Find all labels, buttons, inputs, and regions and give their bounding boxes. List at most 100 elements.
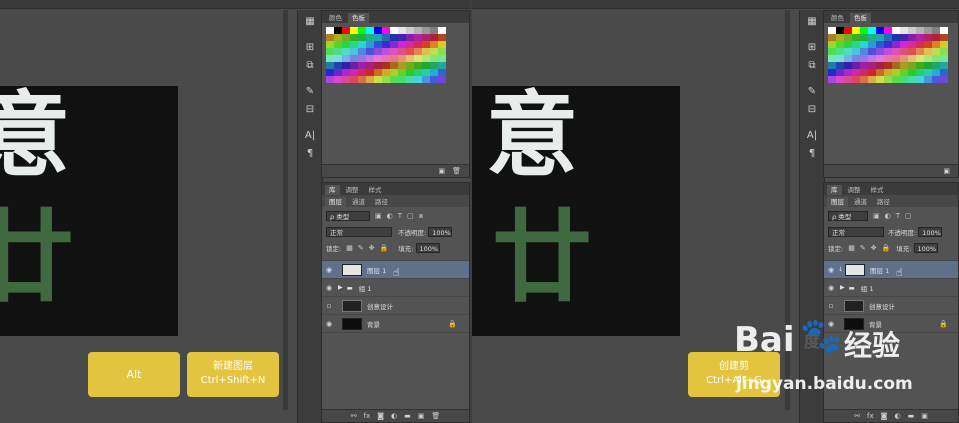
swatch-cell[interactable] xyxy=(334,69,342,76)
swatch-cell[interactable] xyxy=(900,55,908,62)
visibility-eye-icon[interactable]: ◉ xyxy=(322,266,336,274)
swatch-cell[interactable] xyxy=(868,62,876,69)
swatch-cell[interactable] xyxy=(932,34,940,41)
tab-channels[interactable]: 通道 xyxy=(850,197,871,207)
swatch-cell[interactable] xyxy=(366,76,374,83)
lock-move-icon[interactable]: ✥ xyxy=(369,244,375,252)
swatch-cell[interactable] xyxy=(892,55,900,62)
swatch-cell[interactable] xyxy=(414,27,422,34)
swatch-cell[interactable] xyxy=(334,34,342,41)
swatch-cell[interactable] xyxy=(940,48,948,55)
swatch-cell[interactable] xyxy=(358,41,366,48)
swatch-cell[interactable] xyxy=(342,41,350,48)
swatch-cell[interactable] xyxy=(868,34,876,41)
layer-row-background[interactable]: ◉ 背景 🔒 xyxy=(322,314,469,333)
swatch-cell[interactable] xyxy=(422,48,430,55)
swatch-cell[interactable] xyxy=(406,69,414,76)
swatch-cell[interactable] xyxy=(884,69,892,76)
shape-filter-icon[interactable]: ▢ xyxy=(407,212,414,220)
lock-pixels-icon[interactable]: ▦ xyxy=(848,244,855,252)
swatch-panel-icon[interactable]: ⊞ xyxy=(303,42,317,54)
swatch-cell[interactable] xyxy=(828,34,836,41)
visibility-eye-icon[interactable]: ◉ xyxy=(824,266,838,274)
swatch-cell[interactable] xyxy=(398,27,406,34)
tab-color[interactable]: 颜色 xyxy=(827,13,848,23)
swatch-cell[interactable] xyxy=(422,76,430,83)
swatch-cell[interactable] xyxy=(892,62,900,69)
swatch-cell[interactable] xyxy=(884,62,892,69)
swatch-cell[interactable] xyxy=(430,27,438,34)
link-icon[interactable]: ⚯ xyxy=(854,410,860,422)
swatch-cell[interactable] xyxy=(382,41,390,48)
lock-paint-icon[interactable]: ✎ xyxy=(358,244,364,252)
swatch-cell[interactable] xyxy=(398,62,406,69)
swatch-cell[interactable] xyxy=(828,69,836,76)
new-layer-icon[interactable]: ▣ xyxy=(418,410,425,422)
swatch-cell[interactable] xyxy=(836,27,844,34)
swatch-cell[interactable] xyxy=(908,76,916,83)
swatch-cell[interactable] xyxy=(326,62,334,69)
adjust-filter-icon[interactable]: ◐ xyxy=(885,212,891,220)
brush-panel-icon[interactable]: ✎ xyxy=(805,86,819,98)
swatch-cell[interactable] xyxy=(932,76,940,83)
swatch-cell[interactable] xyxy=(438,41,446,48)
tab-adjustments[interactable]: 调整 xyxy=(342,185,363,195)
tab-channels[interactable]: 通道 xyxy=(348,197,369,207)
swatch-cell[interactable] xyxy=(924,48,932,55)
swatch-cell[interactable] xyxy=(350,62,358,69)
swatch-cell[interactable] xyxy=(940,69,948,76)
swatch-cell[interactable] xyxy=(852,41,860,48)
document-canvas[interactable]: 意 廿 xyxy=(0,86,178,336)
swatch-cell[interactable] xyxy=(358,69,366,76)
swatch-cell[interactable] xyxy=(334,48,342,55)
swatch-cell[interactable] xyxy=(828,55,836,62)
fill-input[interactable]: 100% xyxy=(913,243,938,253)
swatch-cell[interactable] xyxy=(860,62,868,69)
swatch-cell[interactable] xyxy=(390,48,398,55)
swatch-cell[interactable] xyxy=(374,48,382,55)
swatch-cell[interactable] xyxy=(406,34,414,41)
swatch-cell[interactable] xyxy=(868,55,876,62)
layer-row-group1[interactable]: ◉ ▶ ▬ 组 1 xyxy=(322,278,469,296)
tab-swatches[interactable]: 色板 xyxy=(348,13,369,23)
adjustment-icon[interactable]: ◐ xyxy=(391,410,397,422)
swatch-cell[interactable] xyxy=(438,62,446,69)
swatch-cell[interactable] xyxy=(892,76,900,83)
swatch-cell[interactable] xyxy=(390,62,398,69)
layer-row-group1[interactable]: ◉ ▶ ▬ 组 1 xyxy=(824,278,958,296)
swatch-cell[interactable] xyxy=(940,55,948,62)
swatch-cell[interactable] xyxy=(358,34,366,41)
swatch-cell[interactable] xyxy=(382,62,390,69)
swatch-cell[interactable] xyxy=(390,34,398,41)
swatch-grid[interactable] xyxy=(828,27,948,83)
document-canvas[interactable]: 意 廿 xyxy=(472,86,680,336)
swatch-cell[interactable] xyxy=(366,48,374,55)
swatch-cell[interactable] xyxy=(916,41,924,48)
swatch-cell[interactable] xyxy=(924,62,932,69)
swatch-cell[interactable] xyxy=(908,55,916,62)
swatch-cell[interactable] xyxy=(414,62,422,69)
swatch-cell[interactable] xyxy=(350,76,358,83)
swatch-cell[interactable] xyxy=(884,41,892,48)
swatch-cell[interactable] xyxy=(940,76,948,83)
swatch-cell[interactable] xyxy=(860,41,868,48)
swatch-cell[interactable] xyxy=(326,69,334,76)
tab-libraries[interactable]: 库 xyxy=(827,185,842,195)
swatch-cell[interactable] xyxy=(374,34,382,41)
tab-styles[interactable]: 样式 xyxy=(365,185,386,195)
swatch-cell[interactable] xyxy=(358,76,366,83)
swatch-cell[interactable] xyxy=(916,27,924,34)
swatch-cell[interactable] xyxy=(908,34,916,41)
swatch-cell[interactable] xyxy=(940,34,948,41)
swatch-cell[interactable] xyxy=(430,48,438,55)
swatch-cell[interactable] xyxy=(374,76,382,83)
pixel-filter-icon[interactable]: ▣ xyxy=(873,212,880,220)
swatch-cell[interactable] xyxy=(398,34,406,41)
swatch-cell[interactable] xyxy=(852,76,860,83)
adjust-filter-icon[interactable]: ◐ xyxy=(387,212,393,220)
swatch-cell[interactable] xyxy=(892,34,900,41)
color-panel-icon[interactable]: ▦ xyxy=(805,16,819,28)
swatch-cell[interactable] xyxy=(828,76,836,83)
swatch-cell[interactable] xyxy=(884,76,892,83)
swatch-cell[interactable] xyxy=(908,62,916,69)
